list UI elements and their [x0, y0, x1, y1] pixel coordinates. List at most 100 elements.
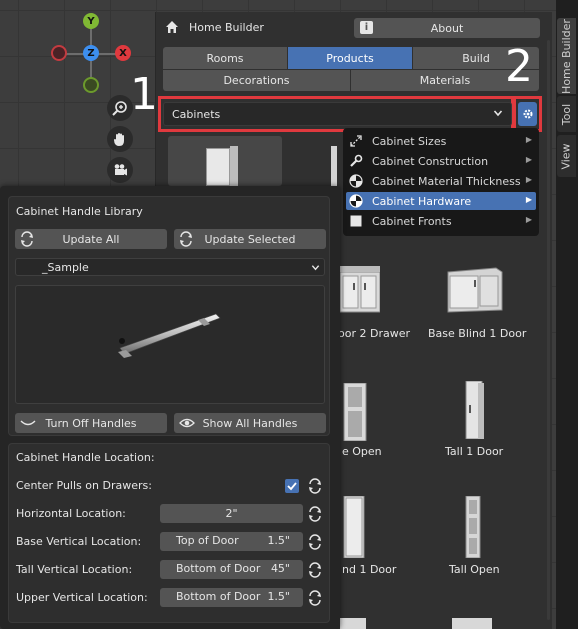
- asset-label[interactable]: e Open: [342, 445, 382, 458]
- base-vertical-location-label: Base Vertical Location:: [16, 535, 142, 548]
- checkmark-icon: [287, 482, 297, 491]
- tall-vertical-mode: Bottom of Door: [176, 562, 261, 575]
- camera-icon[interactable]: [107, 157, 133, 183]
- refresh-icon: [19, 231, 35, 250]
- tall-vertical-location-field[interactable]: Bottom of Door 45": [160, 560, 303, 579]
- reset-icon[interactable]: [306, 477, 324, 495]
- asset-label[interactable]: oor 2 Drawer: [338, 327, 410, 340]
- asset-label[interactable]: Tall 1 Door: [445, 445, 503, 458]
- asset-thumbnail-tall-open[interactable]: [462, 495, 484, 559]
- submenu-arrow-icon: ▶: [525, 175, 532, 184]
- annotation-1: 1: [130, 69, 158, 120]
- asset-thumbnail-partial[interactable]: [452, 618, 492, 629]
- wrench-icon: [349, 154, 363, 168]
- turn-off-handles-label: Turn Off Handles: [45, 416, 137, 430]
- about-button[interactable]: i About: [354, 18, 540, 38]
- center-pulls-label: Center Pulls on Drawers:: [16, 479, 152, 492]
- base-vertical-mode: Top of Door: [176, 534, 239, 547]
- handle-library-value: _Sample: [42, 261, 89, 274]
- cabinet-settings-menu: Cabinet Sizes ▶ Cabinet Construction ▶ Cab…: [343, 128, 539, 236]
- home-icon: [165, 20, 179, 34]
- base-vertical-value: 1.5": [267, 534, 290, 547]
- show-all-handles-label: Show All Handles: [202, 416, 298, 430]
- about-label: About: [430, 21, 464, 35]
- asset-thumbnail-base-2-drawer[interactable]: [339, 266, 381, 316]
- square-icon: [349, 214, 363, 228]
- tab-decorations[interactable]: Decorations: [163, 70, 350, 91]
- submenu-arrow-icon: ▶: [525, 135, 532, 144]
- gizmo-x-axis[interactable]: X: [115, 45, 131, 61]
- cabinet-hardware-popup: Cabinet Handle Library Update All Update…: [0, 186, 340, 629]
- panel-scrollbar[interactable]: [547, 40, 550, 620]
- upper-vertical-location-field[interactable]: Bottom of Door 1.5": [160, 588, 303, 607]
- chevron-down-icon: [311, 262, 320, 275]
- tab-products[interactable]: Products: [288, 47, 412, 69]
- category-dropdown[interactable]: Cabinets: [163, 102, 512, 126]
- handle-preview-image[interactable]: [15, 285, 325, 404]
- asset-thumbnail-base-blind-1-door[interactable]: [446, 266, 504, 314]
- annotation-2: 2: [505, 41, 533, 92]
- gear-icon: [523, 109, 532, 119]
- update-all-button[interactable]: Update All: [15, 229, 167, 249]
- gizmo-neg-y-axis[interactable]: [83, 77, 99, 93]
- category-value: Cabinets: [172, 107, 221, 121]
- reset-icon[interactable]: [306, 589, 324, 607]
- horizontal-location-value: 2": [225, 507, 238, 520]
- turn-off-handles-button[interactable]: Turn Off Handles: [15, 413, 167, 433]
- show-all-handles-button[interactable]: Show All Handles: [174, 413, 326, 433]
- library-title: Cabinet Handle Library: [16, 205, 143, 218]
- asset-label[interactable]: nd 1 Door: [342, 563, 396, 576]
- upper-vertical-value: 1.5": [267, 590, 290, 603]
- tab-home-builder[interactable]: Home Builder: [557, 18, 576, 94]
- panel-title: Home Builder: [189, 21, 264, 34]
- center-pulls-checkbox[interactable]: [285, 479, 299, 493]
- material-sphere-icon: [349, 174, 363, 188]
- submenu-arrow-icon: ▶: [525, 215, 532, 224]
- asset-label[interactable]: Tall Open: [449, 563, 500, 576]
- ruler-icon: [349, 134, 363, 148]
- upper-vertical-mode: Bottom of Door: [176, 590, 261, 603]
- base-vertical-location-field[interactable]: Top of Door 1.5": [160, 532, 303, 551]
- menu-item-cabinet-hardware[interactable]: Cabinet Hardware ▶: [346, 192, 536, 210]
- material-sphere-icon: [349, 194, 363, 208]
- asset-thumbnail-partial[interactable]: [331, 146, 337, 186]
- eye-icon: [179, 417, 195, 432]
- chevron-down-icon: [493, 108, 503, 121]
- asset-thumbnail-open[interactable]: [338, 382, 370, 442]
- update-selected-label: Update Selected: [204, 232, 296, 246]
- refresh-icon: [178, 231, 194, 250]
- tab-view[interactable]: View: [557, 135, 576, 177]
- handle-library-dropdown[interactable]: _Sample: [15, 258, 325, 276]
- menu-item-cabinet-sizes[interactable]: Cabinet Sizes ▶: [346, 132, 536, 150]
- gizmo-y-axis[interactable]: Y: [83, 13, 99, 29]
- update-selected-button[interactable]: Update Selected: [174, 229, 326, 249]
- pan-hand-icon[interactable]: [107, 126, 133, 152]
- update-all-label: Update All: [62, 232, 120, 246]
- gizmo-neg-x-axis[interactable]: [51, 45, 67, 61]
- menu-item-cabinet-material-thickness[interactable]: Cabinet Material Thickness ▶: [346, 172, 536, 190]
- reset-icon[interactable]: [306, 505, 324, 523]
- asset-thumbnail-tall-1-door[interactable]: [462, 380, 486, 440]
- reset-icon[interactable]: [306, 561, 324, 579]
- asset-thumbnail-blind-1-door[interactable]: [338, 495, 368, 559]
- horizontal-location-field[interactable]: 2": [160, 504, 303, 523]
- asset-thumbnail-selected[interactable]: [168, 136, 282, 186]
- info-icon: i: [360, 21, 373, 34]
- menu-item-cabinet-fronts[interactable]: Cabinet Fronts ▶: [346, 212, 536, 230]
- settings-gear-button[interactable]: [518, 102, 537, 126]
- tall-vertical-location-label: Tall Vertical Location:: [16, 563, 133, 576]
- tall-vertical-value: 45": [270, 562, 290, 575]
- eye-closed-icon: [20, 417, 36, 432]
- upper-vertical-location-label: Upper Vertical Location:: [16, 591, 148, 604]
- reset-icon[interactable]: [306, 533, 324, 551]
- sidebar-tab-strip: [556, 0, 578, 629]
- menu-item-cabinet-construction[interactable]: Cabinet Construction ▶: [346, 152, 536, 170]
- submenu-arrow-icon: ▶: [525, 195, 532, 204]
- horizontal-location-label: Horizontal Location:: [16, 507, 126, 520]
- gizmo-z-axis[interactable]: Z: [83, 45, 99, 61]
- asset-thumbnail-partial[interactable]: [340, 618, 366, 629]
- tab-tool[interactable]: Tool: [557, 96, 576, 132]
- tab-rooms[interactable]: Rooms: [163, 47, 287, 69]
- asset-label[interactable]: Base Blind 1 Door: [428, 327, 526, 340]
- submenu-arrow-icon: ▶: [525, 155, 532, 164]
